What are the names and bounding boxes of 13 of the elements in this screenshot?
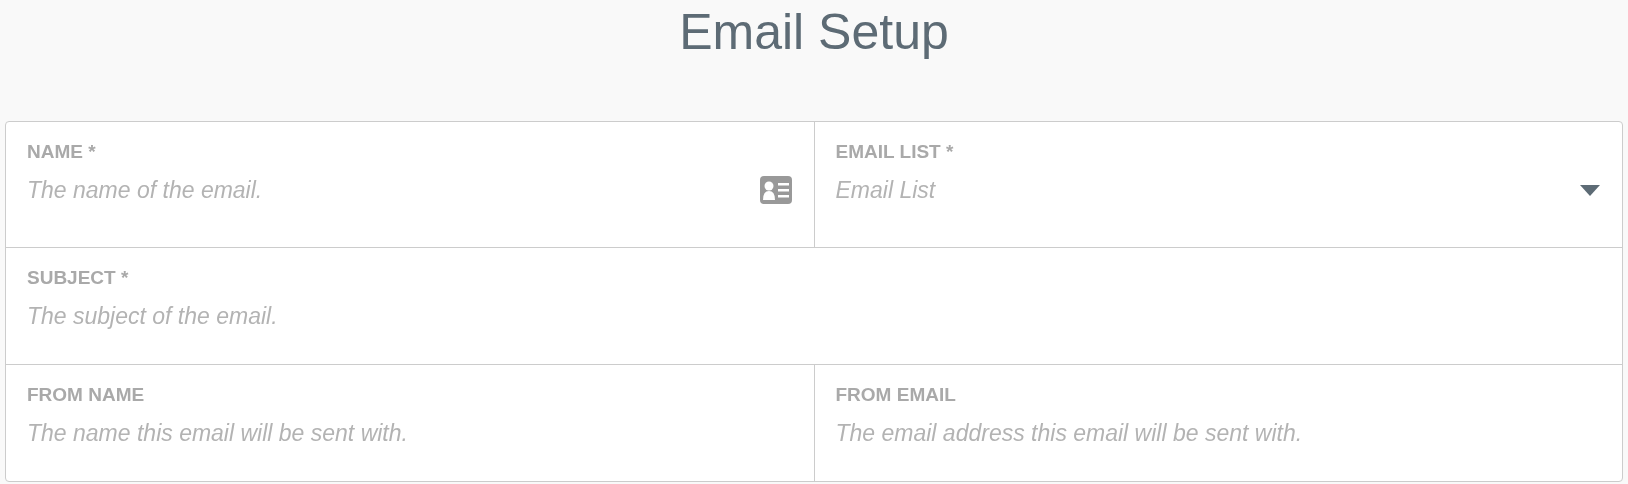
field-label: FROM EMAIL (835, 383, 956, 407)
contact-card-icon (759, 176, 792, 204)
text-field[interactable]: The email address this email will be sent with. (835, 419, 1600, 447)
field-label: SUBJECT * (27, 266, 129, 290)
text-field[interactable]: The name of the email. (27, 176, 760, 204)
field-label: EMAIL LIST * (835, 140, 954, 164)
caret-icon (1580, 184, 1600, 196)
text-field[interactable]: The name this email will be sent with. (27, 419, 792, 447)
page-title: Email Setup (679, 3, 949, 62)
text-field[interactable]: The subject of the email. (27, 302, 1600, 330)
dropdown-field[interactable]: Email List (835, 176, 1580, 204)
field-label: NAME * (27, 140, 96, 164)
field-label: FROM NAME (27, 383, 145, 407)
